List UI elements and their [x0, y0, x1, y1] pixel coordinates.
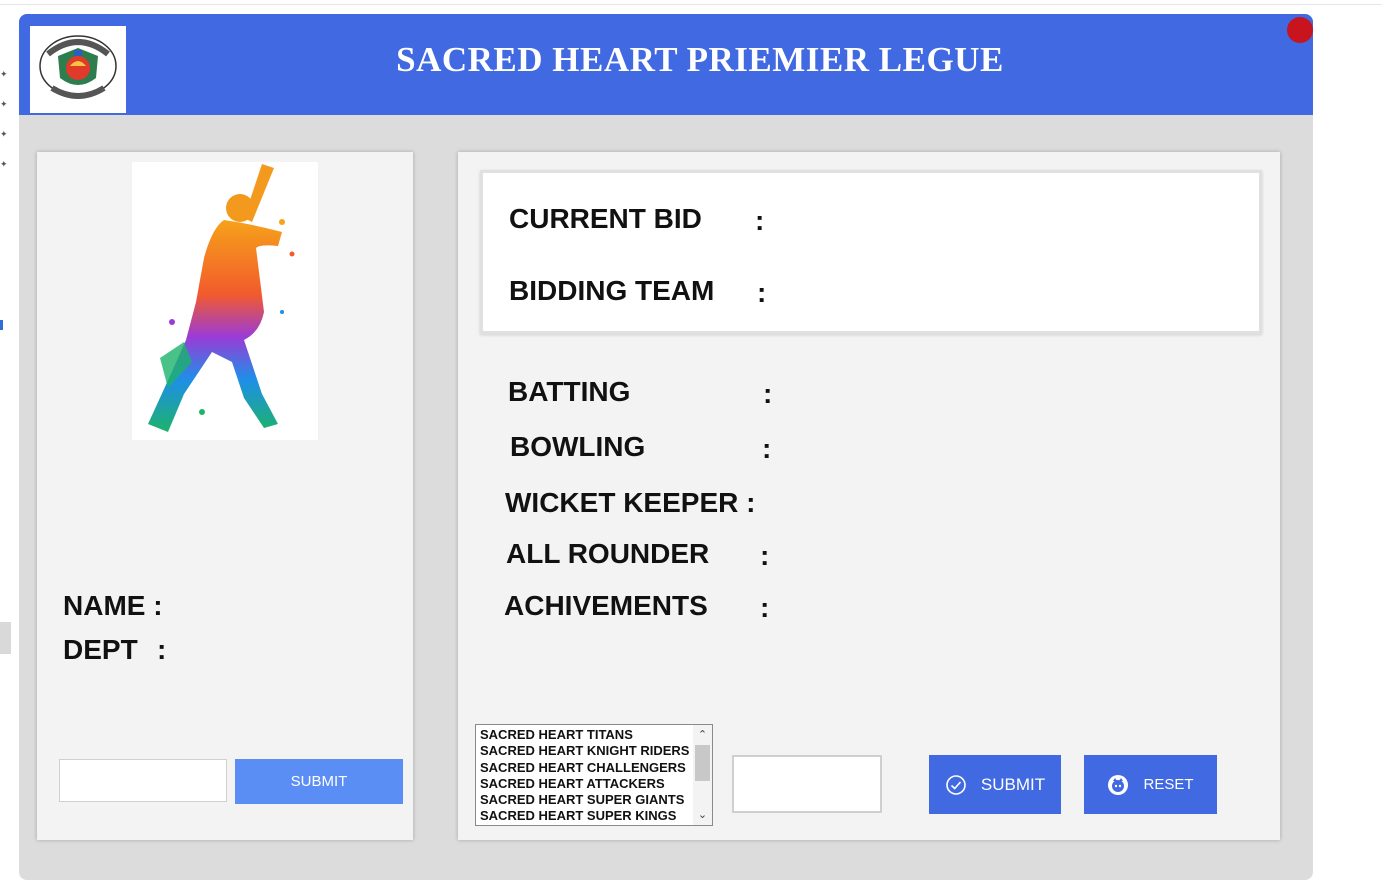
team-list-item[interactable]: SACRED HEART SUPER KINGS [480, 808, 694, 824]
app-window: SACRED HEART PRIEMIER LEGUE NAME: DEPT … [19, 14, 1313, 880]
all-rounder-label: ALL ROUNDER [506, 538, 710, 569]
background-window-marker [0, 320, 3, 330]
window-top-border [0, 4, 1382, 5]
current-bid-label: CURRENT BID [509, 203, 702, 234]
cricket-batsman-icon [132, 162, 318, 440]
team-list-item[interactable]: SACRED HEART TITANS [480, 727, 694, 743]
team-list-item[interactable]: SACRED HEART SUPER GIANTS [480, 792, 694, 808]
batting-label: BATTING [508, 376, 631, 407]
submit-bid-label: SUBMIT [980, 774, 1046, 794]
player-search-input[interactable] [59, 759, 227, 802]
batting-colon: : [763, 378, 773, 409]
reset-icon [1108, 774, 1129, 795]
app-title: SACRED HEART PRIEMIER LEGUE [396, 40, 1004, 79]
bid-card: CURRENT BID : BIDDING TEAM : [480, 170, 1262, 334]
team-list-item[interactable]: SACRED HEART KNIGHT RIDERS [480, 743, 694, 759]
dept-colon: : [157, 634, 167, 665]
player-submit-button[interactable]: SUBMIT [235, 759, 403, 804]
player-panel: NAME : DEPT : SUBMIT [37, 152, 413, 840]
header-bar: SACRED HEART PRIEMIER LEGUE [19, 14, 1313, 115]
achivements-label: ACHIVEMENTS [504, 590, 708, 621]
chevron-down-icon[interactable]: ⌄ [693, 807, 712, 823]
team-listbox[interactable]: SACRED HEART TITANS SACRED HEART KNIGHT … [475, 724, 713, 826]
team-list-scrollbar[interactable]: ⌃ ⌄ [693, 725, 712, 825]
scrollbar-thumb[interactable] [695, 745, 710, 781]
team-list: SACRED HEART TITANS SACRED HEART KNIGHT … [480, 727, 694, 825]
wicket-keeper-label: WICKET KEEPER : [505, 487, 756, 518]
all-rounder-colon: : [760, 540, 770, 571]
team-list-item[interactable]: SACRED HEART ATTACKERS [480, 776, 694, 792]
bidding-team-colon: : [757, 277, 767, 308]
close-dot-icon[interactable] [1287, 17, 1313, 43]
submit-bid-button[interactable]: SUBMIT [929, 755, 1061, 814]
bowling-label: BOWLING [510, 431, 646, 462]
achivements-colon: : [760, 592, 770, 623]
bid-amount-input[interactable] [732, 755, 882, 813]
team-list-item[interactable]: SACRED HEART CHALLENGERS [480, 760, 694, 776]
dept-label: DEPT [63, 634, 138, 665]
check-circle-icon [946, 774, 966, 795]
current-bid-colon: : [755, 205, 765, 236]
reset-label: RESET [1143, 776, 1194, 793]
background-window-block [0, 622, 11, 654]
bid-panel: CURRENT BID : BIDDING TEAM : BATTING : B… [458, 152, 1280, 840]
bidding-team-label: BIDDING TEAM [509, 275, 715, 306]
name-label: NAME : [63, 590, 163, 621]
chevron-up-icon[interactable]: ⌃ [693, 727, 712, 743]
background-window-edge: ✦ ✦ ✦ ✦ [0, 70, 8, 170]
player-submit-label: SUBMIT [290, 773, 348, 790]
reset-button[interactable]: RESET [1084, 755, 1217, 814]
bowling-colon: : [762, 433, 772, 464]
